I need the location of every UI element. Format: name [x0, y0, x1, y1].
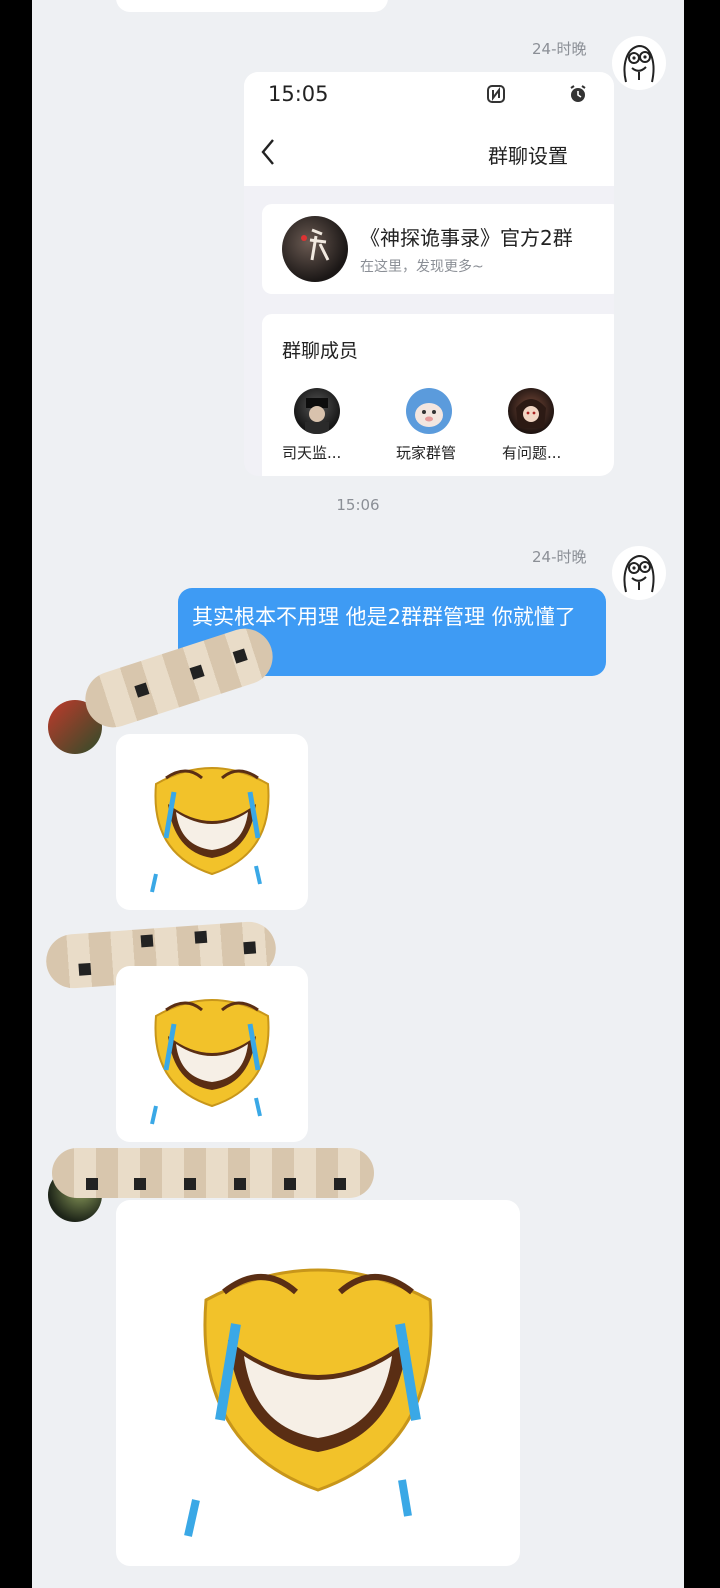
member-label: 有问题...: [502, 444, 562, 462]
sent-text: 其实根本不用理 他是2群群管理 你就懂了: [192, 605, 576, 629]
sticker-message[interactable]: [116, 966, 308, 1142]
member-label: 玩家群管: [396, 444, 457, 462]
redacted-name: [52, 1148, 374, 1198]
status-time: 15:05: [268, 82, 329, 106]
members-card: 群聊成员 司天监... 玩家群管 有问题...: [262, 314, 614, 476]
group-card[interactable]: 《神探诡事录》官方2群 在这里，发现更多~: [262, 204, 614, 294]
status-bar: 15:05: [244, 72, 614, 118]
previous-message-card[interactable]: [116, 0, 388, 12]
laughing-crying-emoji: [184, 1268, 433, 1537]
shared-screenshot[interactable]: 15:05 群聊设置 《神探诡事录》官方2群 在这里，发现更多~ 群聊成员 司天…: [244, 72, 614, 476]
nav-title: 群聊设置: [488, 144, 568, 168]
center-time: 15:06: [336, 496, 380, 514]
member-avatar: [406, 388, 452, 434]
group-avatar: [282, 216, 348, 282]
member-avatar: [508, 388, 554, 434]
members-title: 群聊成员: [282, 340, 359, 362]
chat-area: 24-时晚 15:05 群聊设置 《神探诡事录》官方2群 在这里，发现更多~ 群…: [32, 0, 684, 1588]
doodle-face-icon: [623, 44, 655, 83]
message-timestamp: 24-时晚: [532, 548, 587, 566]
member-avatar: [294, 388, 340, 434]
laughing-crying-emoji: [150, 999, 270, 1125]
message-timestamp: 24-时晚: [532, 40, 587, 58]
doodle-face-icon: [623, 554, 655, 593]
group-subtitle: 在这里，发现更多~: [360, 259, 484, 275]
sticker-message[interactable]: [116, 734, 308, 910]
alarm-icon: [570, 85, 586, 102]
group-name: 《神探诡事录》官方2群: [360, 226, 573, 250]
nfc-icon: [487, 85, 505, 103]
nav-bar: 群聊设置: [244, 118, 614, 186]
member-item[interactable]: 司天监...: [282, 386, 372, 466]
laughing-crying-emoji: [150, 767, 270, 893]
sticker-message[interactable]: [116, 1200, 520, 1566]
self-avatar[interactable]: [612, 546, 666, 600]
member-label: 司天监...: [282, 444, 342, 462]
member-item[interactable]: 玩家群管: [396, 386, 486, 466]
back-chevron-icon[interactable]: [260, 138, 276, 166]
self-avatar[interactable]: [612, 36, 666, 90]
member-item[interactable]: 有问题...: [502, 386, 592, 466]
